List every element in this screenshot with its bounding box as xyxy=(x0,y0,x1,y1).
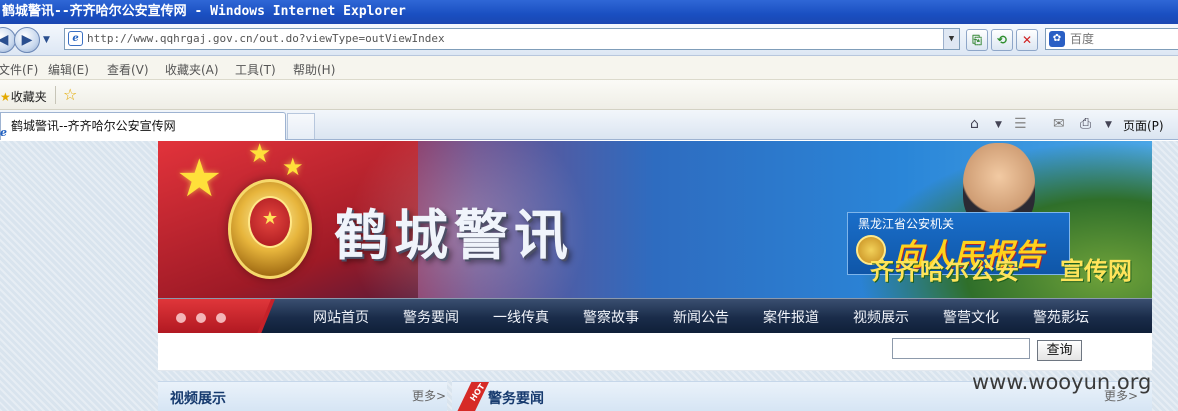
forward-button[interactable]: ▶ xyxy=(14,27,40,53)
nav-film[interactable]: 警苑影坛 xyxy=(1033,307,1089,327)
tab-bar: e 鹤城警讯--齐齐哈尔公安宣传网 ⌂ ▼ ☰ ✉ ⎙ ▼ 页面(P) xyxy=(0,110,1178,140)
nav-case-reports[interactable]: 案件报道 xyxy=(763,307,819,327)
history-dropdown-icon[interactable]: ▼ xyxy=(43,35,50,45)
add-favorite-icon[interactable]: ☆ xyxy=(63,85,77,104)
search-input[interactable]: ✿ 百度 xyxy=(1045,28,1178,50)
menu-file[interactable]: 文件(F) xyxy=(0,61,38,78)
address-dropdown-icon[interactable]: ▼ xyxy=(943,29,959,49)
emblem-star-icon: ★ xyxy=(261,208,279,229)
search-placeholder: 百度 xyxy=(1070,32,1095,46)
nav-frontline[interactable]: 一线传真 xyxy=(493,307,549,327)
site-search-input[interactable] xyxy=(892,338,1030,359)
nav-camp-culture[interactable]: 警营文化 xyxy=(943,307,999,327)
hot-badge: HOT xyxy=(457,382,489,411)
nav-dot xyxy=(176,313,186,323)
print-dropdown-icon[interactable]: ▼ xyxy=(1105,120,1112,130)
address-toolbar: ◀ ▶ ▼ e http://www.qqhrgaj.gov.cn/out.do… xyxy=(0,24,1178,56)
favorites-separator xyxy=(55,86,56,104)
nav-announcements[interactable]: 新闻公告 xyxy=(673,307,729,327)
nav-dot xyxy=(216,313,226,323)
tab-current[interactable]: e 鹤城警讯--齐齐哈尔公安宣传网 xyxy=(0,112,286,140)
feeds-icon[interactable]: ☰ xyxy=(1014,116,1027,132)
stop-icon: ✕ xyxy=(1021,33,1033,47)
nav-police-stories[interactable]: 警察故事 xyxy=(583,307,639,327)
compat-icon: ⎘ xyxy=(972,33,982,47)
nav-videos[interactable]: 视频展示 xyxy=(853,307,909,327)
small-star-icon: ★ xyxy=(282,153,304,181)
nav-red-block xyxy=(158,299,272,334)
video-panel-header: 视频展示 更多> xyxy=(158,381,447,411)
news-panel-title: 警务要闻 xyxy=(488,391,544,407)
star-icon: ★ xyxy=(0,90,11,104)
large-star-icon: ★ xyxy=(176,149,223,209)
new-tab-button[interactable] xyxy=(287,113,315,139)
favorites-bar: ★收藏夹 ☆ xyxy=(0,80,1178,110)
refresh-button[interactable]: ⟲ xyxy=(991,29,1013,51)
site-search-row: 查询 xyxy=(158,333,1152,371)
compatibility-view-button[interactable]: ⎘ xyxy=(966,29,988,51)
site-brand: 鹤城警讯 xyxy=(334,203,574,267)
menu-help[interactable]: 帮助(H) xyxy=(293,61,335,78)
police-emblem-center: ★ xyxy=(248,196,292,248)
video-more-link[interactable]: 更多> xyxy=(412,387,446,404)
nav-home[interactable]: 网站首页 xyxy=(313,307,369,327)
site-search-button[interactable]: 查询 xyxy=(1037,340,1082,361)
refresh-icon: ⟲ xyxy=(996,33,1008,47)
hot-badge-label: HOT xyxy=(468,382,487,403)
back-arrow-icon: ◀ xyxy=(0,32,9,48)
nav-police-news[interactable]: 警务要闻 xyxy=(403,307,459,327)
video-panel-title: 视频展示 xyxy=(170,391,226,407)
address-input[interactable]: e http://www.qqhrgaj.gov.cn/out.do?viewT… xyxy=(64,28,960,50)
page-menu-button[interactable]: 页面(P) xyxy=(1123,117,1164,134)
address-url: http://www.qqhrgaj.gov.cn/out.do?viewTyp… xyxy=(87,32,445,45)
home-dropdown-icon[interactable]: ▼ xyxy=(995,120,1002,130)
window-title: 鹤城警讯--齐齐哈尔公安宣传网 - Windows Internet Explo… xyxy=(2,4,406,19)
mail-icon[interactable]: ✉ xyxy=(1053,116,1065,132)
menu-favorites[interactable]: 收藏夹(A) xyxy=(165,61,219,78)
watermark: www.wooyun.org xyxy=(972,370,1152,394)
nav-dot xyxy=(196,313,206,323)
home-icon[interactable]: ⌂ xyxy=(970,116,979,132)
baidu-paw-icon: ✿ xyxy=(1049,31,1065,47)
police-emblem: ★ xyxy=(228,179,312,279)
menu-view[interactable]: 查看(V) xyxy=(107,61,149,78)
favorites-button[interactable]: ★收藏夹 xyxy=(0,88,47,105)
print-icon[interactable]: ⎙ xyxy=(1080,116,1091,132)
ie-page-icon: e xyxy=(68,31,83,46)
campaign-subtitle: 齐齐哈尔公安 xyxy=(870,257,1020,285)
tab-title: 鹤城警讯--齐齐哈尔公安宣传网 xyxy=(11,119,176,133)
window-title-bar: 鹤城警讯--齐齐哈尔公安宣传网 - Windows Internet Explo… xyxy=(0,0,1178,24)
forward-arrow-icon: ▶ xyxy=(21,32,33,48)
campaign-subtitle-end: 宣传网 xyxy=(1060,257,1132,285)
site-nav: 网站首页 警务要闻 一线传真 警察故事 新闻公告 案件报道 视频展示 警营文化 … xyxy=(158,298,1152,334)
menu-tools[interactable]: 工具(T) xyxy=(235,61,276,78)
site-banner: ★ ★ ★ ★ 鹤城警讯 黑龙江省公安机关 向人民报告 齐齐哈尔公安 宣传网 xyxy=(158,141,1152,299)
small-star-icon: ★ xyxy=(248,141,272,169)
menu-bar: 文件(F) 编辑(E) 查看(V) 收藏夹(A) 工具(T) 帮助(H) xyxy=(0,56,1178,80)
stop-button[interactable]: ✕ xyxy=(1016,29,1038,51)
menu-edit[interactable]: 编辑(E) xyxy=(48,61,89,78)
favorites-label: 收藏夹 xyxy=(10,90,47,104)
